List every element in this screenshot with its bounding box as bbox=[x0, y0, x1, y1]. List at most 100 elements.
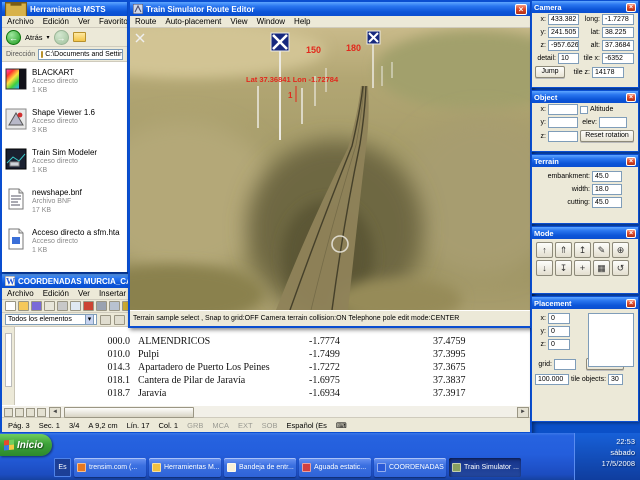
taskbar-button[interactable]: trensim.com (... bbox=[74, 458, 146, 477]
mode-drop-icon[interactable]: ↧ bbox=[555, 260, 572, 276]
scroll-right-icon[interactable]: ► bbox=[517, 407, 529, 418]
taskbar-button[interactable]: Herramientas M... bbox=[149, 458, 221, 477]
close-icon[interactable]: × bbox=[626, 3, 636, 12]
normal-view-button[interactable] bbox=[4, 408, 13, 417]
elements-dropdown[interactable]: Todos los elementos ▾ bbox=[5, 314, 97, 325]
back-dropdown-icon[interactable]: ▾ bbox=[47, 34, 50, 41]
close-icon[interactable]: × bbox=[626, 229, 636, 238]
menu-archivo[interactable]: Archivo bbox=[7, 289, 34, 298]
menu-edicion[interactable]: Edición bbox=[43, 289, 69, 298]
viewport-3d[interactable]: 150 180 Lat 37.36841 Lon -1.72784 1 bbox=[130, 28, 530, 310]
altitude-checkbox[interactable] bbox=[580, 106, 588, 114]
chevron-down-icon[interactable]: ▾ bbox=[85, 314, 94, 325]
object-x-field[interactable] bbox=[548, 104, 578, 115]
explorer-titlebar[interactable]: Herramientas MSTS bbox=[2, 2, 127, 16]
embankment-field[interactable]: 45.0 bbox=[592, 171, 622, 182]
folder-up-icon[interactable] bbox=[73, 32, 86, 42]
table-row[interactable]: 014.3 Apartadero de Puerto Los Peines -1… bbox=[2, 362, 530, 375]
placement-preview-box[interactable] bbox=[588, 313, 634, 367]
object-y-field[interactable] bbox=[548, 117, 578, 128]
menu-insertar[interactable]: Insertar bbox=[99, 289, 126, 298]
object-panel-titlebar[interactable]: Object × bbox=[532, 91, 638, 103]
language-indicator[interactable]: Es bbox=[54, 458, 71, 477]
list-item[interactable]: Acceso directo a sfm.hta Acceso directo … bbox=[5, 226, 124, 266]
camera-tilez-field[interactable]: 14178 bbox=[592, 67, 624, 78]
open-icon[interactable] bbox=[18, 301, 29, 311]
camera-y-field[interactable]: 241.505 bbox=[548, 27, 579, 38]
menu-archivo[interactable]: Archivo bbox=[7, 17, 34, 26]
mode-raise-icon[interactable]: ↑ bbox=[536, 242, 553, 258]
menu-ver[interactable]: Ver bbox=[78, 289, 90, 298]
save-icon[interactable] bbox=[31, 301, 42, 311]
scroll-left-icon[interactable]: ◄ bbox=[49, 407, 61, 418]
list-item[interactable]: Shape Viewer 1.6 Acceso directo 3 KB bbox=[5, 106, 124, 146]
table-row[interactable]: 018.7 Jaravía -1.6934 37.3917 bbox=[2, 388, 530, 401]
camera-tilex-field[interactable]: -6352 bbox=[602, 53, 634, 64]
object-z-field[interactable] bbox=[548, 131, 578, 142]
new-document-icon[interactable] bbox=[5, 301, 16, 311]
mode-panel-titlebar[interactable]: Mode × bbox=[532, 227, 638, 239]
taskbar-button[interactable]: COORDENADAS ... bbox=[374, 458, 446, 477]
camera-x-field[interactable]: 433.382 bbox=[548, 14, 579, 25]
menu-favoritos[interactable]: Favoritos bbox=[99, 17, 127, 26]
camera-detail-field[interactable]: 10 bbox=[558, 53, 579, 64]
list-item[interactable]: newshape.bnf Archivo BNF 17 KB bbox=[5, 186, 124, 226]
back-label[interactable]: Atrás bbox=[25, 33, 43, 42]
start-button[interactable]: Inicio bbox=[0, 434, 52, 456]
table-row[interactable]: 018.1 Cantera de Pilar de Jaravía -1.697… bbox=[2, 375, 530, 388]
zoom-icon[interactable] bbox=[114, 315, 125, 325]
camera-lat-field[interactable]: 38.225 bbox=[602, 27, 634, 38]
menu-view[interactable]: View bbox=[230, 17, 247, 26]
width-field[interactable]: 18.0 bbox=[592, 184, 622, 195]
tile-objects-field[interactable]: 30 bbox=[608, 374, 623, 385]
cutting-field[interactable]: 45.0 bbox=[592, 197, 622, 208]
web-view-button[interactable] bbox=[15, 408, 24, 417]
taskbar-button[interactable]: Bandeja de entr... bbox=[224, 458, 296, 477]
reset-rotation-button[interactable]: Reset rotation bbox=[580, 130, 634, 142]
taskbar-button[interactable]: Aguada estatic... bbox=[299, 458, 371, 477]
close-icon[interactable]: × bbox=[515, 4, 527, 15]
mode-lower-icon[interactable]: ↓ bbox=[536, 260, 553, 276]
table-row[interactable]: 010.0 Pulpi -1.7499 37.3995 bbox=[2, 349, 530, 362]
camera-panel-titlebar[interactable]: Camera × bbox=[532, 1, 638, 13]
spelling-icon[interactable] bbox=[83, 301, 94, 311]
menu-ver[interactable]: Ver bbox=[78, 17, 90, 26]
table-row[interactable]: 000.0 ALMENDRICOS -1.7774 37.4759 bbox=[2, 336, 530, 349]
system-tray[interactable]: 22:53 sábado 17/5/2008 bbox=[574, 433, 640, 480]
placement-x-field[interactable]: 0 bbox=[548, 313, 570, 324]
mode-lift-icon[interactable]: ⇑ bbox=[555, 242, 572, 258]
terrain-panel-titlebar[interactable]: Terrain × bbox=[532, 155, 638, 167]
placement-y-field[interactable]: 0 bbox=[548, 326, 570, 337]
scale-field[interactable]: 100.000 bbox=[535, 374, 569, 385]
show-hide-icon[interactable] bbox=[100, 315, 111, 325]
list-item[interactable]: Train Sim Modeler Acceso directo 1 KB bbox=[5, 146, 124, 186]
menu-auto-placement[interactable]: Auto-placement bbox=[165, 17, 221, 26]
menu-help[interactable]: Help bbox=[294, 17, 310, 26]
copy-icon[interactable] bbox=[109, 301, 120, 311]
horizontal-scrollbar[interactable]: ◄ ► bbox=[2, 405, 530, 418]
placement-z-field[interactable]: 0 bbox=[548, 339, 570, 350]
placement-panel-titlebar[interactable]: Placement × bbox=[532, 297, 638, 309]
mode-elevate-icon[interactable]: ↥ bbox=[574, 242, 591, 258]
mode-add-icon[interactable]: + bbox=[574, 260, 591, 276]
print-view-button[interactable] bbox=[26, 408, 35, 417]
scrollbar-thumb[interactable] bbox=[64, 407, 194, 418]
back-icon[interactable]: ← bbox=[6, 30, 21, 45]
menu-route[interactable]: Route bbox=[135, 17, 156, 26]
list-item[interactable]: BLACKART Acceso directo 1 KB bbox=[5, 66, 124, 106]
forward-icon[interactable]: → bbox=[54, 30, 69, 45]
address-input[interactable]: C:\Documents and Settings bbox=[38, 49, 123, 60]
mode-edit-icon[interactable]: ✎ bbox=[593, 242, 610, 258]
elev-field[interactable] bbox=[599, 117, 627, 128]
outline-view-button[interactable] bbox=[37, 408, 46, 417]
mode-target-icon[interactable]: ⊕ bbox=[612, 242, 629, 258]
document-area[interactable]: 000.0 ALMENDRICOS -1.7774 37.4759 010.0 … bbox=[2, 327, 530, 405]
menu-edicion[interactable]: Edición bbox=[43, 17, 69, 26]
close-icon[interactable]: × bbox=[626, 93, 636, 102]
cut-icon[interactable] bbox=[96, 301, 107, 311]
menu-window[interactable]: Window bbox=[257, 17, 285, 26]
email-icon[interactable] bbox=[44, 301, 55, 311]
jump-button[interactable]: Jump bbox=[535, 66, 565, 78]
print-icon[interactable] bbox=[57, 301, 68, 311]
mode-grid-icon[interactable]: ▦ bbox=[593, 260, 610, 276]
